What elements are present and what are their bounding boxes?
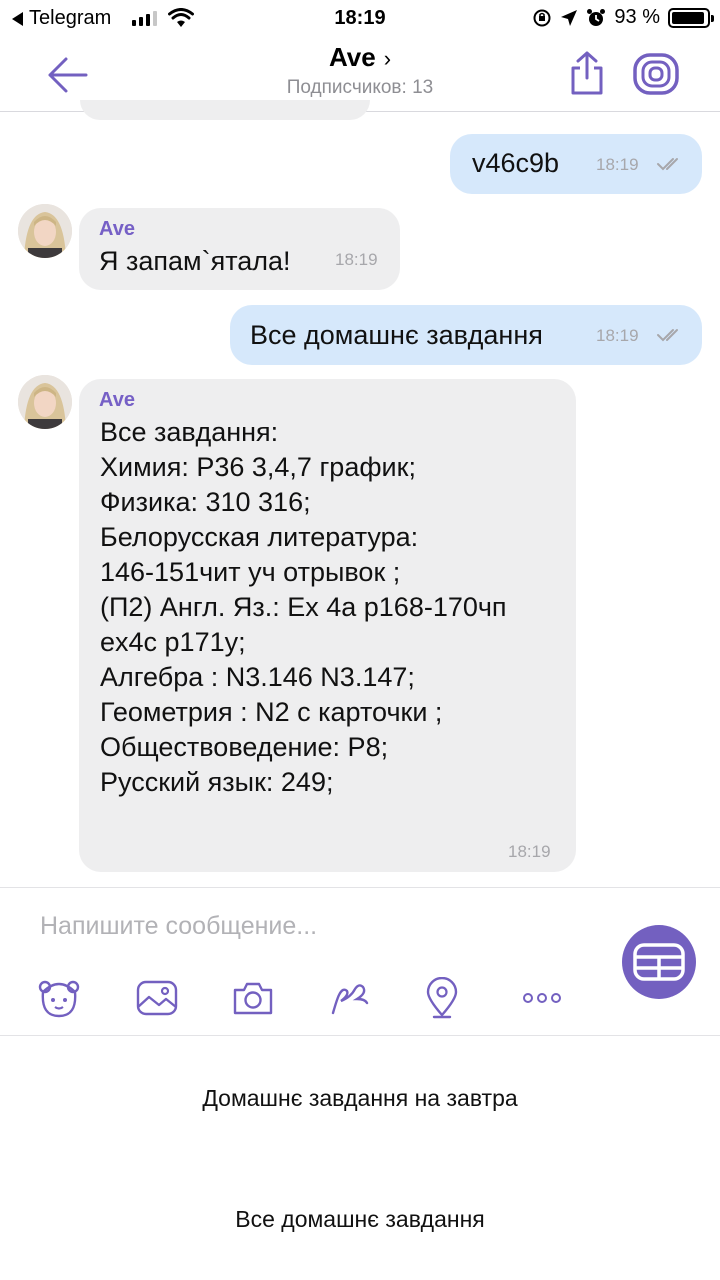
sender-name: Ave [99, 389, 135, 411]
message-time: 18:19 [335, 250, 378, 269]
previous-message-bubble [80, 100, 370, 120]
sticker-icon [38, 980, 80, 1018]
location-icon [426, 977, 458, 1019]
incoming-message[interactable]: Ave Я запам`ятала! 18:19 [79, 208, 400, 290]
message-line: Русский язык: 249; [100, 767, 334, 797]
sticker-button[interactable] [37, 976, 81, 1020]
avatar[interactable] [18, 375, 72, 429]
doodle-icon [331, 984, 369, 1015]
message-text: v46c9b [472, 148, 560, 178]
chevron-right-icon: › [383, 46, 392, 71]
chat-title-block[interactable]: Ave › Подписчиков: 13 [0, 42, 720, 99]
more-icon [523, 993, 561, 1003]
incoming-message[interactable]: Ave Все завдання: Химия: Р36 3,4,7 графи… [79, 379, 576, 872]
outgoing-message[interactable]: v46c9b 18:19 [450, 134, 702, 194]
camera-button[interactable] [231, 976, 275, 1020]
message-line: Физика: 310 316; [100, 487, 311, 517]
message-input[interactable]: Напишите сообщение... [40, 912, 317, 941]
rotation-lock-icon [533, 9, 551, 26]
chat-title: Ave [328, 42, 376, 72]
battery-fill [672, 11, 704, 24]
message-text-block: Все завдання: Химия: Р36 3,4,7 график; Ф… [100, 415, 507, 800]
double-check-icon [657, 158, 678, 171]
message-line: Все завдання: [100, 417, 279, 447]
message-line: Белорусская литература: [100, 522, 419, 552]
gallery-icon [136, 980, 178, 1016]
avatar-photo [18, 375, 72, 429]
message-line: (П2) Англ. Яз.: Ex 4a p168-170чп [100, 592, 507, 622]
composer-divider [0, 887, 720, 888]
bot-keyboard-icon [633, 943, 685, 981]
battery-icon [668, 7, 714, 28]
gallery-button[interactable] [135, 976, 179, 1020]
outgoing-message[interactable]: Все домашнє завдання 18:19 [230, 305, 702, 365]
message-text: Все домашнє завдання [250, 320, 543, 350]
avatar-photo [18, 204, 72, 258]
more-button[interactable] [520, 976, 564, 1020]
battery-percent: 93 % [614, 6, 660, 28]
message-line: Обществоведение: Р8; [100, 732, 389, 762]
message-line: ex4c p171y; [100, 627, 246, 657]
message-time: 18:19 [508, 842, 551, 861]
status-bar: Telegram 18:19 93 % [0, 0, 720, 38]
avatar[interactable] [18, 204, 72, 258]
subscribers-count: Подписчиков: 13 [286, 77, 434, 98]
double-check-icon [657, 329, 678, 342]
camera-icon [233, 982, 273, 1015]
keyboard-divider [0, 1035, 720, 1036]
share-icon[interactable] [568, 50, 606, 96]
viber-icon[interactable] [632, 52, 680, 96]
quick-reply-button[interactable]: Все домашнє завдання [0, 1206, 720, 1233]
message-line: Химия: Р36 3,4,7 график; [100, 452, 416, 482]
location-button[interactable] [420, 976, 464, 1020]
bot-keyboard-button[interactable] [622, 925, 696, 999]
message-line: Геометрия : N2 с карточки ; [100, 697, 443, 727]
doodle-button[interactable] [327, 976, 371, 1020]
location-arrow-icon [561, 9, 578, 26]
alarm-icon [587, 8, 606, 26]
sender-name: Ave [99, 218, 135, 240]
message-time: 18:19 [596, 326, 639, 345]
message-line: 146-151чит уч отрывок ; [100, 557, 401, 587]
message-time: 18:19 [596, 155, 639, 174]
message-text: Я запам`ятала! [99, 246, 291, 276]
quick-reply-button[interactable]: Домашнє завдання на завтра [0, 1085, 720, 1112]
message-line: Алгебра : N3.146 N3.147; [100, 662, 415, 692]
